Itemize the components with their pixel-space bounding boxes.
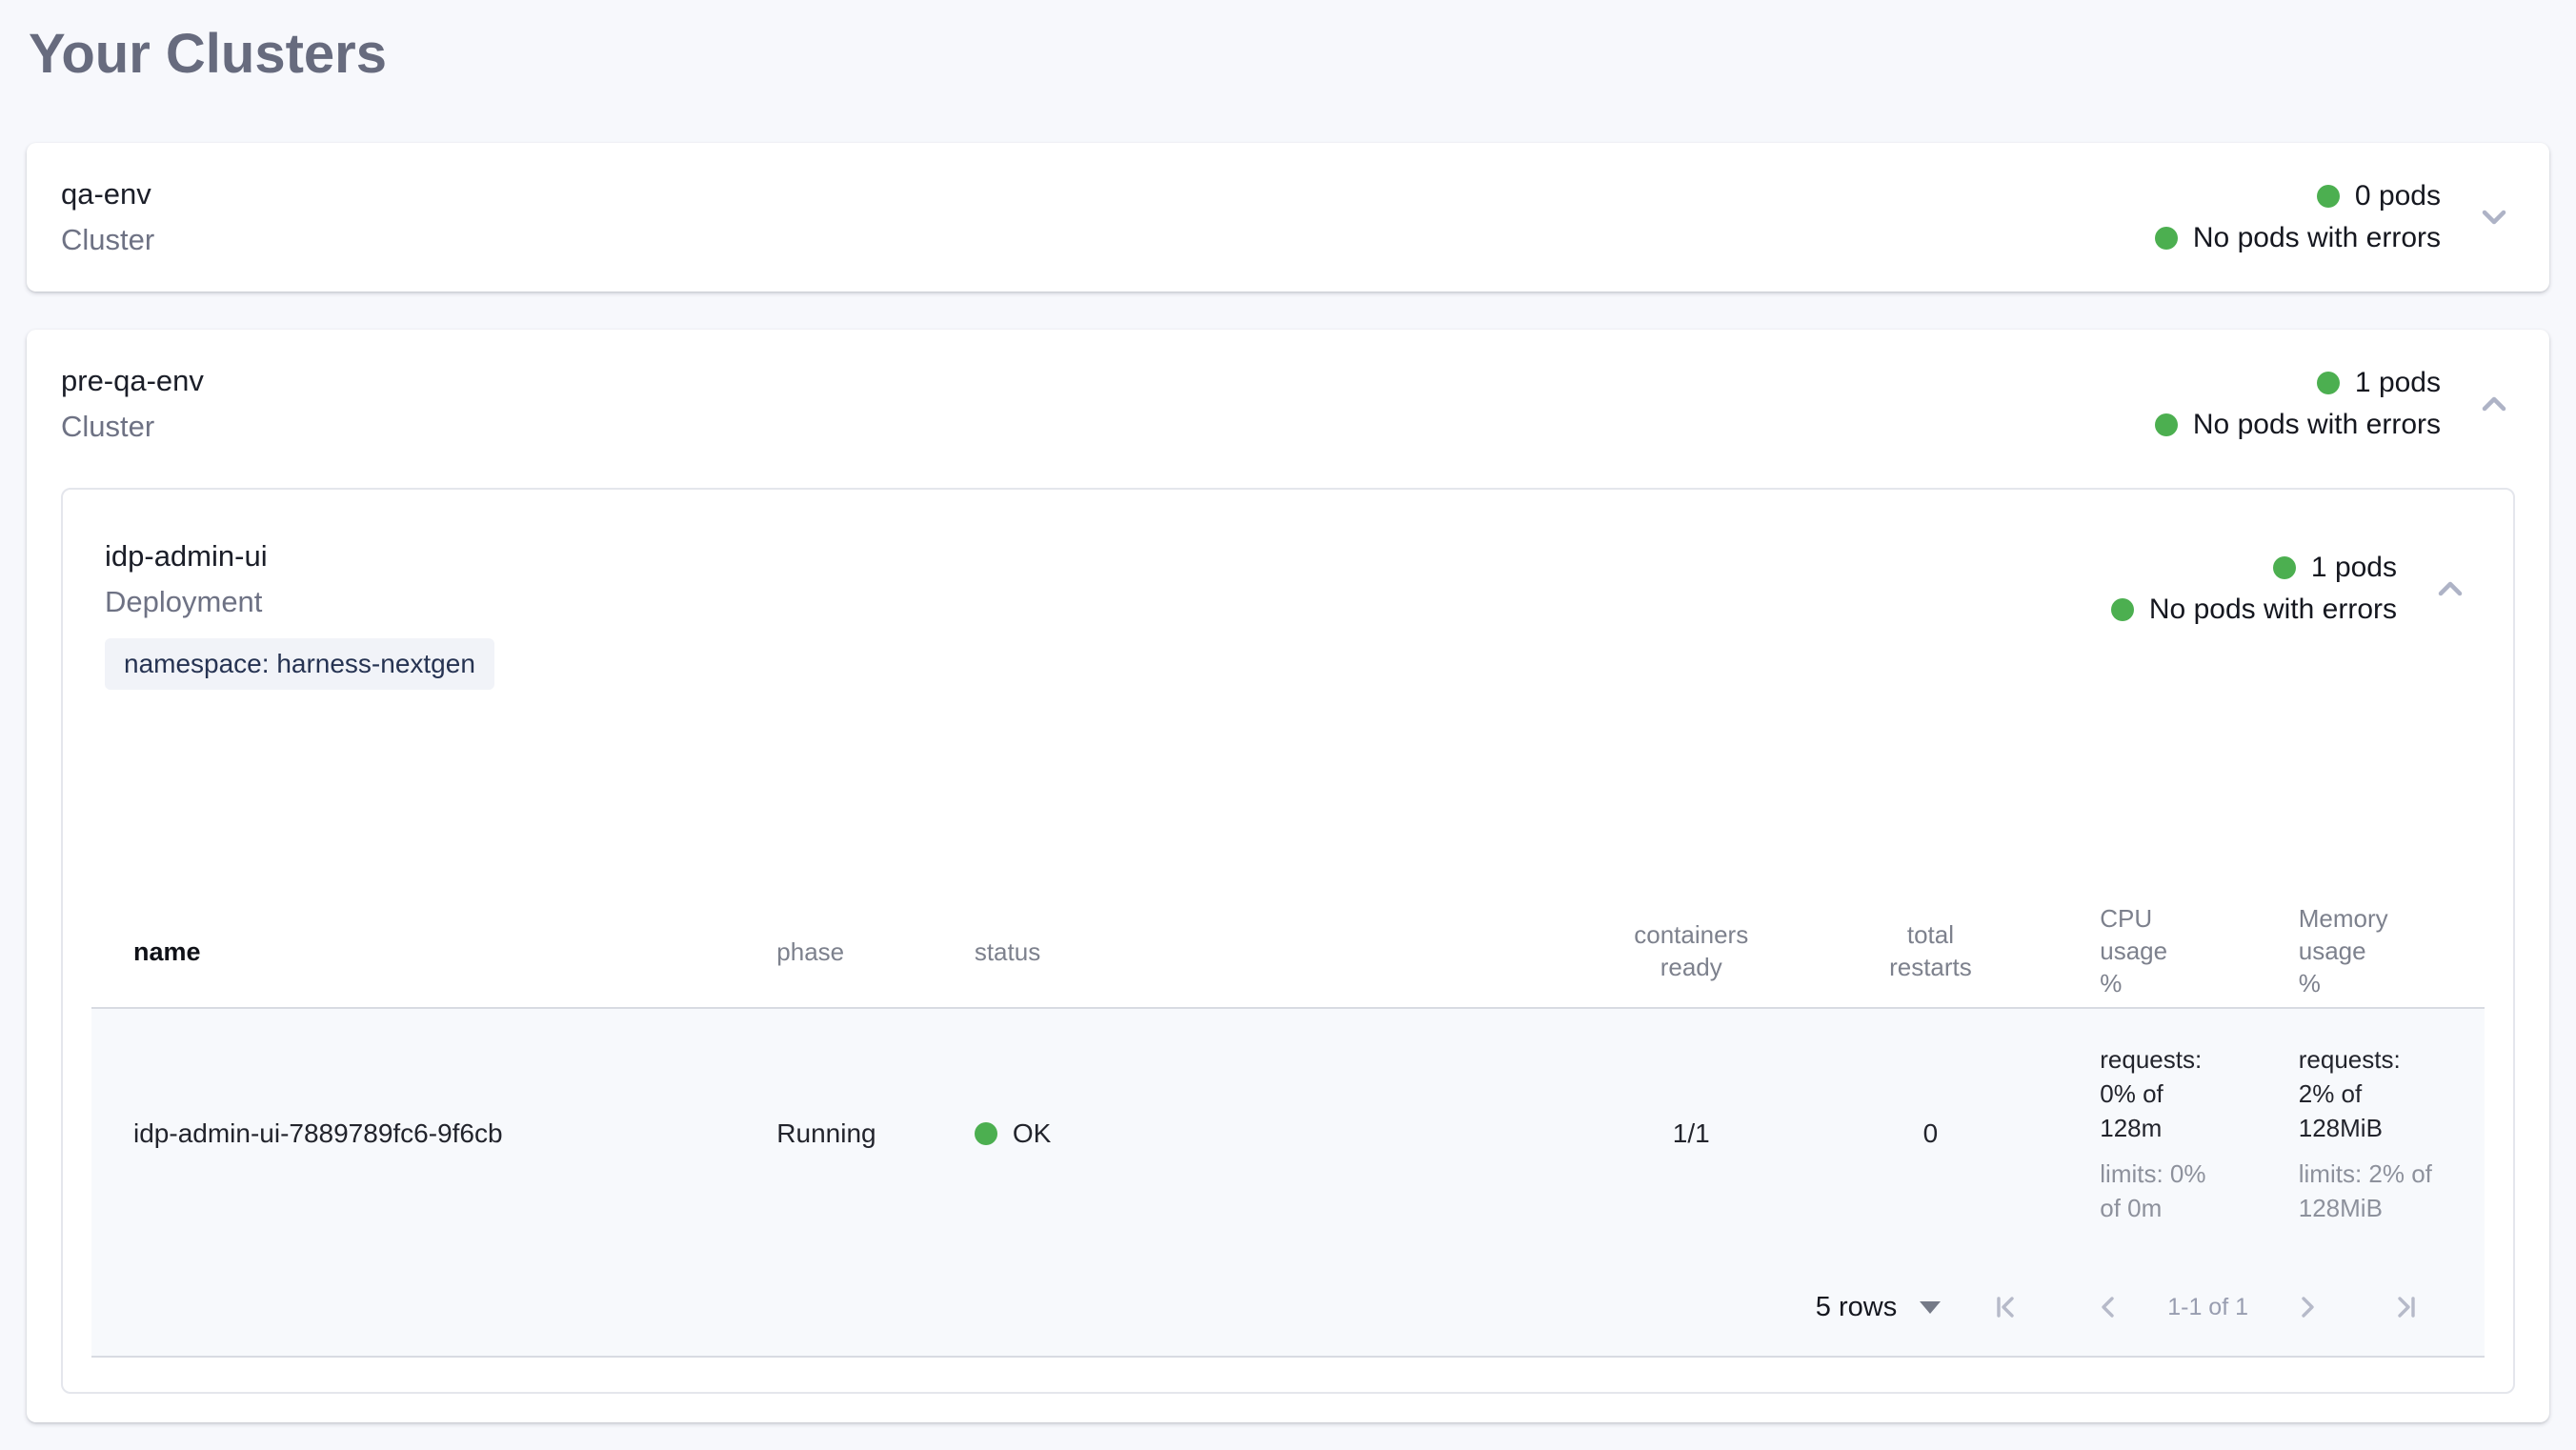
deployment-accordion-header[interactable]: idp-admin-ui Deployment namespace: harne… bbox=[105, 534, 2471, 690]
cluster-card-pre-qa-env: pre-qa-env Cluster 1 pods No pods with e… bbox=[27, 330, 2549, 1422]
column-header-status[interactable]: status bbox=[960, 934, 1568, 968]
pod-phase-cell: Running bbox=[752, 1118, 960, 1149]
page-title: Your Clusters bbox=[29, 25, 2549, 84]
column-header-phase[interactable]: phase bbox=[752, 934, 960, 968]
table-body: idp-admin-ui-7889789fc6-9f6cb Running OK… bbox=[91, 1009, 2485, 1356]
pods-table: name phase status containers ready total… bbox=[91, 895, 2485, 1358]
cluster-name: pre-qa-env bbox=[61, 358, 204, 404]
pods-count-label: 1 pods bbox=[2355, 362, 2441, 404]
pods-errors-dot bbox=[2111, 598, 2134, 621]
containers-ready-cell: 1/1 bbox=[1568, 1118, 1815, 1149]
pods-count-line: 1 pods bbox=[2317, 362, 2441, 404]
cluster-status-block: 0 pods No pods with errors bbox=[2155, 175, 2441, 259]
cpu-limits: limits: 0% of 0m bbox=[2100, 1157, 2228, 1225]
chevron-up-icon[interactable] bbox=[2473, 383, 2515, 425]
first-page-icon bbox=[1990, 1291, 2023, 1323]
column-header-containers-ready[interactable]: containers ready bbox=[1568, 918, 1815, 983]
chevron-left-icon bbox=[2093, 1291, 2125, 1323]
pods-status-dot bbox=[2317, 372, 2340, 394]
ok-status-dot bbox=[975, 1122, 997, 1145]
pods-status-dot bbox=[2317, 185, 2340, 208]
table-row: idp-admin-ui-7889789fc6-9f6cb Running OK… bbox=[91, 1009, 2485, 1259]
pods-errors-dot bbox=[2155, 227, 2178, 250]
pods-errors-line: No pods with errors bbox=[2155, 217, 2441, 259]
rows-per-page-select[interactable]: 5 rows bbox=[1816, 1292, 1941, 1323]
column-header-total-restarts[interactable]: total restarts bbox=[1815, 918, 2047, 983]
chevron-right-icon bbox=[2290, 1291, 2323, 1323]
column-header-memory-usage[interactable]: Memory usage % bbox=[2245, 902, 2485, 999]
cluster-type-label: Cluster bbox=[61, 217, 154, 263]
pods-status-dot bbox=[2273, 556, 2296, 579]
cpu-requests: requests: 0% of 128m bbox=[2100, 1042, 2228, 1145]
column-header-name[interactable]: name bbox=[91, 934, 752, 968]
cluster-name: qa-env bbox=[61, 171, 154, 217]
pagination-range-label: 1-1 of 1 bbox=[2167, 1294, 2248, 1321]
deployment-name: idp-admin-ui bbox=[105, 534, 494, 579]
cluster-identity: qa-env Cluster bbox=[61, 171, 154, 263]
memory-requests: requests: 2% of 128MiB bbox=[2299, 1042, 2437, 1145]
table-bottom-divider bbox=[91, 1356, 2485, 1358]
memory-usage-cell: requests: 2% of 128MiB limits: 2% of 128… bbox=[2245, 1042, 2485, 1225]
deployment-identity: idp-admin-ui Deployment namespace: harne… bbox=[105, 534, 494, 690]
cluster-accordion-header[interactable]: qa-env Cluster 0 pods No pods with error… bbox=[61, 171, 2515, 263]
table-header-row: name phase status containers ready total… bbox=[91, 895, 2485, 1007]
pods-errors-label: No pods with errors bbox=[2149, 589, 2397, 631]
first-page-button[interactable] bbox=[1990, 1291, 2023, 1323]
cluster-accordion-header[interactable]: pre-qa-env Cluster 1 pods No pods with e… bbox=[61, 358, 2515, 450]
previous-page-button[interactable] bbox=[2093, 1291, 2125, 1323]
cluster-status-block: 1 pods No pods with errors bbox=[2155, 362, 2441, 446]
memory-limits: limits: 2% of 128MiB bbox=[2299, 1157, 2437, 1225]
pods-errors-line: No pods with errors bbox=[2155, 404, 2441, 446]
pods-errors-dot bbox=[2155, 413, 2178, 436]
total-restarts-cell: 0 bbox=[1815, 1118, 2047, 1149]
last-page-button[interactable] bbox=[2389, 1291, 2422, 1323]
deployment-card: idp-admin-ui Deployment namespace: harne… bbox=[61, 488, 2515, 1394]
caret-down-icon bbox=[1920, 1301, 1941, 1314]
column-header-cpu-usage[interactable]: CPU usage % bbox=[2046, 902, 2244, 999]
table-pagination: 5 rows 1-1 of 1 bbox=[91, 1259, 2485, 1356]
pods-count-line: 1 pods bbox=[2273, 547, 2397, 589]
pods-count-line: 0 pods bbox=[2317, 175, 2441, 217]
cluster-type-label: Cluster bbox=[61, 404, 204, 450]
chevron-down-icon[interactable] bbox=[2473, 196, 2515, 238]
chevron-up-icon[interactable] bbox=[2429, 568, 2471, 610]
last-page-icon bbox=[2389, 1291, 2422, 1323]
cluster-card-qa-env: qa-env Cluster 0 pods No pods with error… bbox=[27, 143, 2549, 292]
pods-count-label: 1 pods bbox=[2311, 547, 2397, 589]
next-page-button[interactable] bbox=[2290, 1291, 2323, 1323]
namespace-badge: namespace: harness-nextgen bbox=[105, 638, 494, 690]
cpu-usage-cell: requests: 0% of 128m limits: 0% of 0m bbox=[2046, 1042, 2244, 1225]
pods-errors-label: No pods with errors bbox=[2193, 217, 2441, 259]
pod-status-cell: OK bbox=[960, 1118, 1568, 1149]
ok-status-label: OK bbox=[1013, 1118, 1051, 1149]
deployment-type-label: Deployment bbox=[105, 579, 494, 625]
pods-errors-line: No pods with errors bbox=[2111, 589, 2397, 631]
pod-name-cell: idp-admin-ui-7889789fc6-9f6cb bbox=[91, 1118, 752, 1149]
cluster-identity: pre-qa-env Cluster bbox=[61, 358, 204, 450]
pods-count-label: 0 pods bbox=[2355, 175, 2441, 217]
rows-per-page-value: 5 rows bbox=[1816, 1292, 1897, 1323]
deployment-status-block: 1 pods No pods with errors bbox=[2111, 547, 2397, 631]
pods-errors-label: No pods with errors bbox=[2193, 404, 2441, 446]
